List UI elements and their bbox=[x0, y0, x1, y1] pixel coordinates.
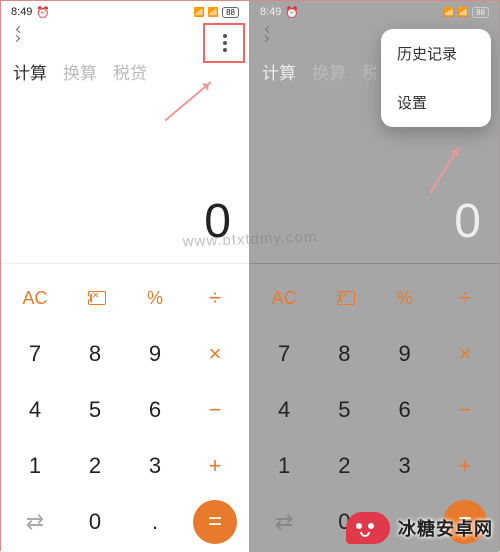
key-backspace[interactable] bbox=[314, 270, 374, 326]
key-minus[interactable]: − bbox=[435, 382, 495, 438]
key-2[interactable]: 2 bbox=[314, 438, 374, 494]
battery-icon: 88 bbox=[222, 7, 239, 18]
key-percent[interactable]: % bbox=[375, 270, 435, 326]
key-switch[interactable]: ⇄ bbox=[5, 494, 65, 550]
key-plus[interactable]: + bbox=[185, 438, 245, 494]
menu-item-settings[interactable]: 设置 bbox=[381, 78, 491, 127]
battery-icon: 88 bbox=[472, 7, 489, 18]
key-plus[interactable]: + bbox=[435, 438, 495, 494]
key-6[interactable]: 6 bbox=[125, 382, 185, 438]
key-ac[interactable]: AC bbox=[254, 270, 314, 326]
tab-tax[interactable]: 税贷 bbox=[113, 59, 147, 84]
collapse-icon[interactable] bbox=[11, 27, 25, 41]
popup-menu: 历史记录 设置 bbox=[381, 29, 491, 127]
status-time: 8:49 bbox=[11, 6, 32, 18]
more-button[interactable] bbox=[209, 27, 241, 59]
status-bar: 8:49 ⏰ 📶 📶 88 bbox=[250, 1, 499, 23]
tab-calc[interactable]: 计算 bbox=[13, 59, 47, 84]
key-4[interactable]: 4 bbox=[5, 382, 65, 438]
screen-after: 8:49 ⏰ 📶 📶 88 计算 换算 税 0 AC % ÷ 7 8 9 × 4 bbox=[250, 1, 499, 552]
alarm-icon: ⏰ bbox=[36, 6, 50, 19]
key-percent[interactable]: % bbox=[125, 270, 185, 326]
key-8[interactable]: 8 bbox=[65, 326, 125, 382]
menu-item-history[interactable]: 历史记录 bbox=[381, 29, 491, 78]
tab-tax[interactable]: 税 bbox=[362, 59, 376, 84]
tab-convert[interactable]: 换算 bbox=[312, 59, 346, 84]
key-9[interactable]: 9 bbox=[375, 326, 435, 382]
key-divide[interactable]: ÷ bbox=[185, 270, 245, 326]
tab-convert[interactable]: 换算 bbox=[63, 59, 97, 84]
key-multiply[interactable]: × bbox=[435, 326, 495, 382]
key-8[interactable]: 8 bbox=[314, 326, 374, 382]
tab-calc[interactable]: 计算 bbox=[262, 59, 296, 84]
collapse-icon[interactable] bbox=[260, 27, 274, 41]
keypad: AC % ÷ 7 8 9 × 4 5 6 − 1 2 3 + ⇄ 0 . = bbox=[1, 264, 249, 552]
key-switch[interactable]: ⇄ bbox=[254, 494, 314, 550]
key-divide[interactable]: ÷ bbox=[435, 270, 495, 326]
key-dot[interactable]: . bbox=[125, 494, 185, 550]
key-9[interactable]: 9 bbox=[125, 326, 185, 382]
key-minus[interactable]: − bbox=[185, 382, 245, 438]
wifi-icon: 📶 bbox=[458, 7, 469, 18]
key-1[interactable]: 1 bbox=[5, 438, 65, 494]
alarm-icon: ⏰ bbox=[285, 6, 299, 19]
key-0[interactable]: 0 bbox=[65, 494, 125, 550]
watermark-logo-icon bbox=[346, 512, 390, 544]
key-backspace[interactable] bbox=[65, 270, 125, 326]
watermark-text: 冰糖安卓网 bbox=[398, 515, 493, 541]
key-3[interactable]: 3 bbox=[125, 438, 185, 494]
key-7[interactable]: 7 bbox=[5, 326, 65, 382]
key-equals[interactable]: = bbox=[193, 500, 237, 544]
key-ac[interactable]: AC bbox=[5, 270, 65, 326]
key-7[interactable]: 7 bbox=[254, 326, 314, 382]
key-3[interactable]: 3 bbox=[375, 438, 435, 494]
watermark: 冰糖安卓网 bbox=[346, 512, 493, 544]
keypad: AC % ÷ 7 8 9 × 4 5 6 − 1 2 3 + ⇄ 0 . = bbox=[250, 264, 499, 552]
key-1[interactable]: 1 bbox=[254, 438, 314, 494]
screen-before: 8:49 ⏰ 📶 📶 88 计算 换算 税贷 0 AC % ÷ 7 8 9 × bbox=[1, 1, 250, 552]
key-6[interactable]: 6 bbox=[375, 382, 435, 438]
wifi-icon: 📶 bbox=[208, 7, 219, 18]
key-2[interactable]: 2 bbox=[65, 438, 125, 494]
signal-icon: 📶 bbox=[444, 7, 455, 18]
key-multiply[interactable]: × bbox=[185, 326, 245, 382]
key-5[interactable]: 5 bbox=[65, 382, 125, 438]
status-time: 8:49 bbox=[260, 6, 281, 18]
status-bar: 8:49 ⏰ 📶 📶 88 bbox=[1, 1, 249, 23]
key-4[interactable]: 4 bbox=[254, 382, 314, 438]
signal-icon: 📶 bbox=[194, 7, 205, 18]
key-5[interactable]: 5 bbox=[314, 382, 374, 438]
